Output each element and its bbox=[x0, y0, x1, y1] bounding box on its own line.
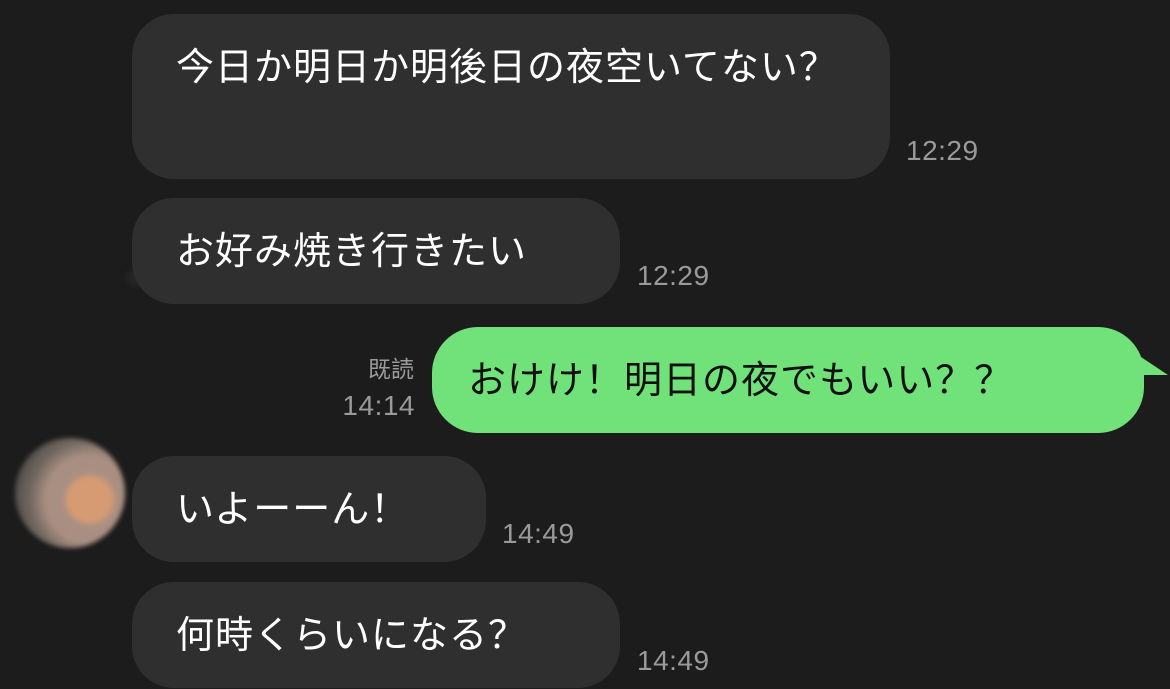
incoming-message-bubble[interactable]: いよーーん！ bbox=[132, 456, 486, 562]
message-text: 今日か明日か明後日の夜空いてない？ bbox=[176, 45, 838, 89]
message-timestamp: 12:29 bbox=[637, 260, 710, 291]
message-timestamp: 12:29 bbox=[906, 135, 979, 166]
message-text: お好み焼き行きたい bbox=[176, 229, 528, 273]
message-timestamp: 14:49 bbox=[502, 518, 575, 549]
message-text: 何時くらいになる？ bbox=[176, 613, 528, 657]
message-text: いよーーん！ bbox=[176, 487, 410, 531]
read-receipt-label: 既読 bbox=[368, 357, 414, 383]
message-timestamp: 14:14 bbox=[342, 390, 415, 421]
incoming-message-bubble[interactable]: 何時くらいになる？ bbox=[132, 582, 620, 688]
message-text: おけけ！明日の夜でもいい？？ bbox=[468, 358, 1014, 402]
bubble-tail bbox=[1126, 347, 1168, 375]
profile-avatar[interactable] bbox=[15, 438, 125, 548]
incoming-message-bubble[interactable]: 今日か明日か明後日の夜空いてない？ bbox=[132, 14, 890, 179]
incoming-message-bubble[interactable]: お好み焼き行きたい bbox=[132, 198, 620, 304]
outgoing-message-bubble[interactable]: おけけ！明日の夜でもいい？？ bbox=[432, 327, 1168, 433]
message-timestamp: 14:49 bbox=[637, 645, 710, 676]
